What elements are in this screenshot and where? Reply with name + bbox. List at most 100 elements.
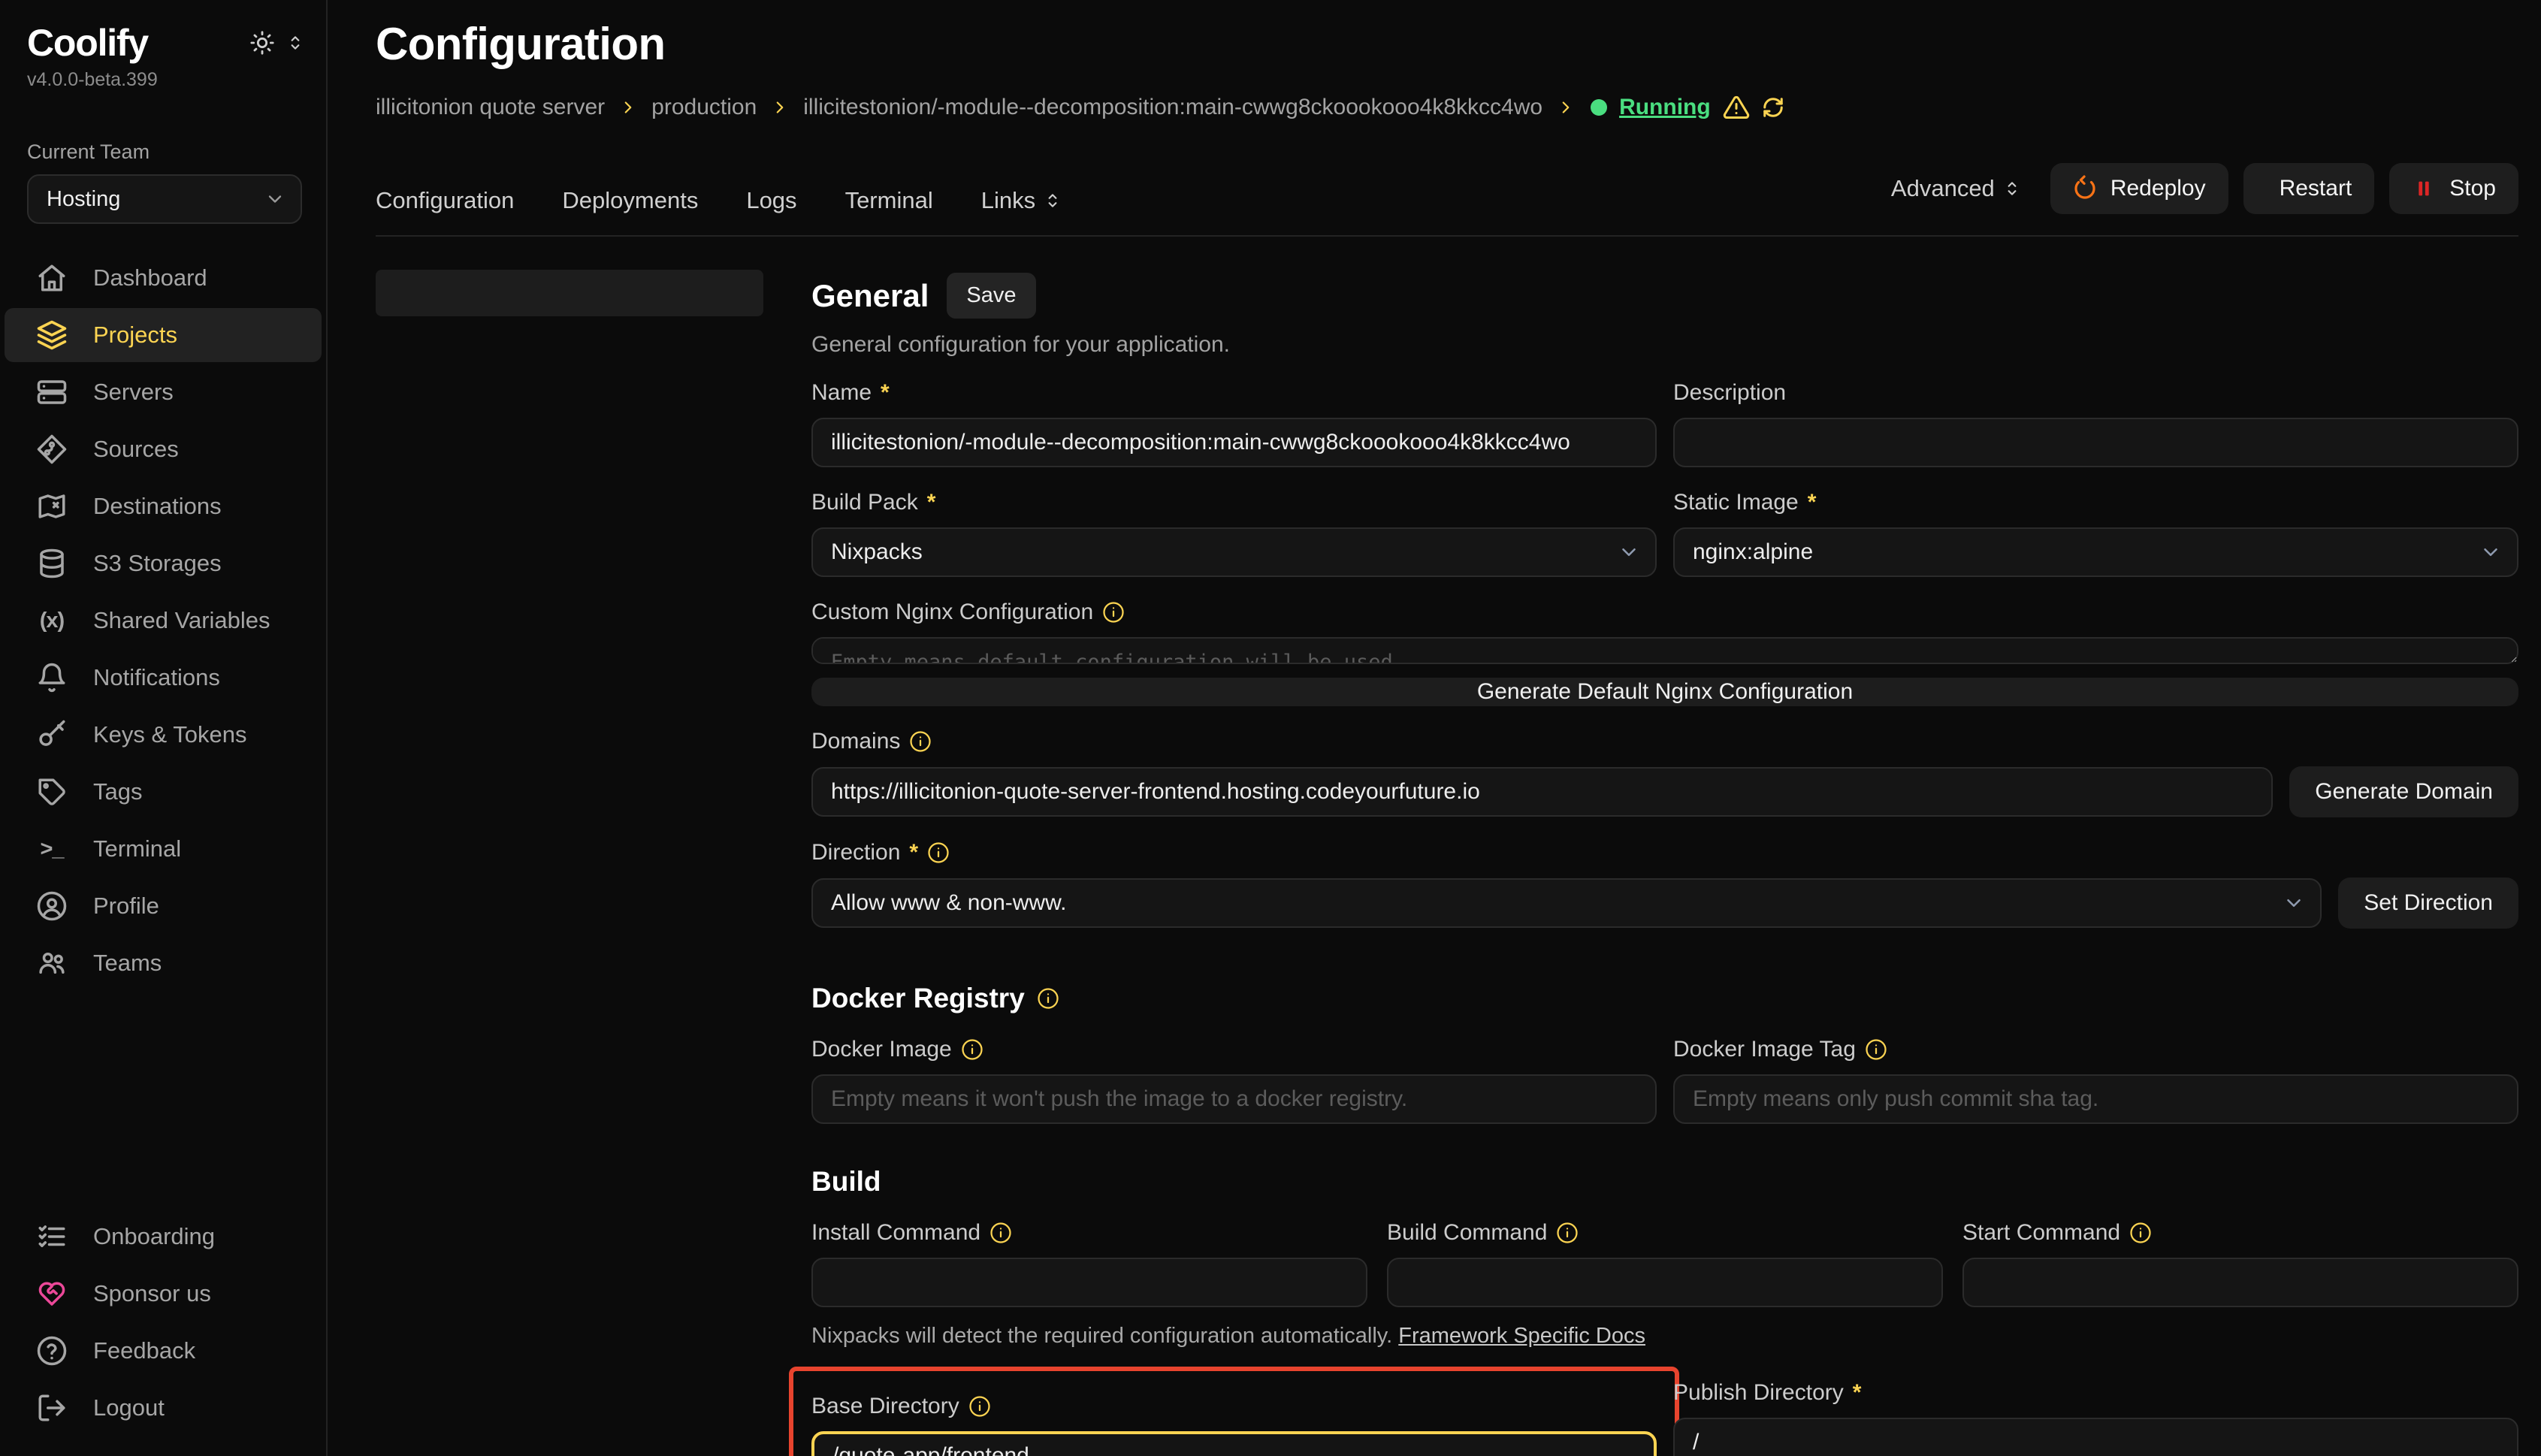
sidebar-item-onboarding[interactable]: Onboarding: [5, 1210, 322, 1264]
subnav-item-metrics[interactable]: [376, 973, 763, 1020]
warning-icon[interactable]: [1723, 94, 1750, 121]
tab-logs[interactable]: Logs: [746, 187, 804, 214]
server-icon: [36, 376, 68, 408]
info-icon: [909, 730, 932, 753]
subnav-item-scheduled-tasks[interactable]: [376, 594, 763, 641]
user-icon: [36, 890, 68, 922]
sidebar-item-shared-variables[interactable]: (x) Shared Variables: [5, 594, 322, 648]
static-image-select[interactable]: nginx:alpine: [1673, 527, 2518, 577]
custom-nginx-textarea[interactable]: [811, 637, 2518, 664]
tab-configuration[interactable]: Configuration: [376, 187, 521, 214]
build-pack-select[interactable]: Nixpacks: [811, 527, 1657, 577]
sidebar-item-destinations[interactable]: Destinations: [5, 479, 322, 533]
info-icon: [961, 1038, 983, 1061]
publish-directory-input[interactable]: [1673, 1418, 2518, 1456]
sidebar-item-keys-tokens[interactable]: Keys & Tokens: [5, 708, 322, 762]
redeploy-button[interactable]: Redeploy: [2050, 163, 2228, 214]
map-icon: [36, 491, 68, 522]
sidebar-item-profile[interactable]: Profile: [5, 879, 322, 933]
set-direction-button[interactable]: Set Direction: [2338, 878, 2518, 929]
sidebar-item-logout[interactable]: Logout: [5, 1381, 322, 1435]
current-team-label: Current Team: [27, 140, 299, 164]
subnav-item-danger-zone[interactable]: [376, 1081, 763, 1128]
direction-select[interactable]: Allow www & non-www.: [811, 878, 2322, 928]
chevron-down-icon: [264, 189, 286, 210]
sidebar-item-feedback[interactable]: Feedback: [5, 1324, 322, 1378]
direction-label: Direction: [811, 840, 900, 865]
stop-button[interactable]: Stop: [2389, 163, 2518, 214]
checklist-icon: [36, 1221, 68, 1252]
domains-input[interactable]: [811, 767, 2273, 817]
theme-chevron-updown-icon[interactable]: [286, 33, 305, 53]
nixpacks-note: Nixpacks will detect the required config…: [811, 1324, 2518, 1349]
build-section-title: Build: [811, 1166, 881, 1198]
tab-terminal[interactable]: Terminal: [845, 187, 941, 214]
publish-directory-label: Publish Directory: [1673, 1380, 1844, 1406]
info-icon: [990, 1222, 1012, 1244]
status-badge: Running: [1591, 94, 1784, 121]
subnav-item-resource-operations[interactable]: [376, 919, 763, 965]
general-form: General Save General configuration for y…: [811, 270, 2518, 1456]
breadcrumb-application[interactable]: illicitestonion/-module--decomposition:m…: [803, 95, 1542, 120]
subnav-item-environment-variables[interactable]: [376, 378, 763, 424]
status-running-link[interactable]: Running: [1619, 95, 1711, 120]
settings-subnav: [376, 270, 763, 1456]
docker-image-input[interactable]: [811, 1074, 1657, 1124]
heart-icon: [36, 1278, 68, 1309]
sidebar-item-tags[interactable]: Tags: [5, 765, 322, 819]
generate-domain-button[interactable]: Generate Domain: [2289, 766, 2518, 817]
restart-button[interactable]: Restart: [2243, 163, 2375, 214]
app-logo[interactable]: Coolify: [27, 21, 148, 65]
tab-deployments[interactable]: Deployments: [562, 187, 705, 214]
breadcrumb-environment[interactable]: production: [651, 95, 757, 120]
sidebar-item-dashboard[interactable]: Dashboard: [5, 251, 322, 305]
subnav-item-tags[interactable]: [376, 1027, 763, 1074]
team-select[interactable]: Hosting: [27, 174, 302, 224]
sidebar-item-teams[interactable]: Teams: [5, 936, 322, 990]
build-command-input[interactable]: [1387, 1258, 1943, 1307]
subnav-item-webhooks[interactable]: [376, 648, 763, 695]
breadcrumb: illicitonion quote server production ill…: [376, 94, 2518, 121]
subnav-item-preview-deployments[interactable]: [376, 702, 763, 749]
subnav-item-git-source[interactable]: [376, 486, 763, 533]
sidebar-item-sources[interactable]: Sources: [5, 422, 322, 476]
subnav-item-advanced[interactable]: [376, 324, 763, 370]
refresh-icon[interactable]: [1762, 96, 1784, 119]
coolify-app: Coolify v4.0.0-beta.399 Current Team Hos…: [0, 0, 2541, 1456]
subnav-item-persistent-storage[interactable]: [376, 432, 763, 479]
git-source-icon: [36, 433, 68, 465]
name-input[interactable]: [811, 418, 1657, 467]
content: Configuration illicitonion quote server …: [328, 0, 2541, 1456]
generate-nginx-button[interactable]: Generate Default Nginx Configuration: [811, 678, 2518, 706]
subnav-item-general[interactable]: [376, 270, 763, 316]
sidebar-item-sponsor-us[interactable]: Sponsor us: [5, 1267, 322, 1321]
variables-icon: (x): [36, 605, 68, 636]
theme-sun-icon[interactable]: [249, 30, 275, 56]
breadcrumb-project[interactable]: illicitonion quote server: [376, 95, 605, 120]
tab-links[interactable]: Links: [981, 187, 1062, 214]
subnav-item-healthcheck[interactable]: [376, 757, 763, 803]
sidebar-item-s3-storages[interactable]: S3 Storages: [5, 536, 322, 591]
sidebar-item-notifications[interactable]: Notifications: [5, 651, 322, 705]
domains-label: Domains: [811, 729, 900, 754]
docker-image-tag-label: Docker Image Tag: [1673, 1037, 1856, 1062]
description-input[interactable]: [1673, 418, 2518, 467]
sidebar-item-projects[interactable]: Projects: [5, 308, 322, 362]
docker-image-tag-input[interactable]: [1673, 1074, 2518, 1124]
subnav-item-resource-limits[interactable]: [376, 865, 763, 911]
base-directory-input[interactable]: [811, 1431, 1657, 1456]
key-icon: [36, 719, 68, 751]
subnav-item-rollback[interactable]: [376, 811, 763, 857]
tab-bar: Configuration Deployments Logs Terminal …: [376, 163, 2518, 237]
subnav-item-servers[interactable]: [376, 540, 763, 587]
install-command-input[interactable]: [811, 1258, 1367, 1307]
save-button[interactable]: Save: [947, 273, 1035, 319]
sidebar-item-terminal[interactable]: >_ Terminal: [5, 822, 322, 876]
framework-docs-link[interactable]: Framework Specific Docs: [1398, 1324, 1645, 1348]
sidebar-item-servers[interactable]: Servers: [5, 365, 322, 419]
bell-icon: [36, 662, 68, 693]
chevron-updown-icon: [2002, 179, 2022, 198]
required-star: [1808, 490, 1817, 515]
start-command-input[interactable]: [1962, 1258, 2518, 1307]
advanced-dropdown[interactable]: Advanced: [1891, 175, 2022, 202]
